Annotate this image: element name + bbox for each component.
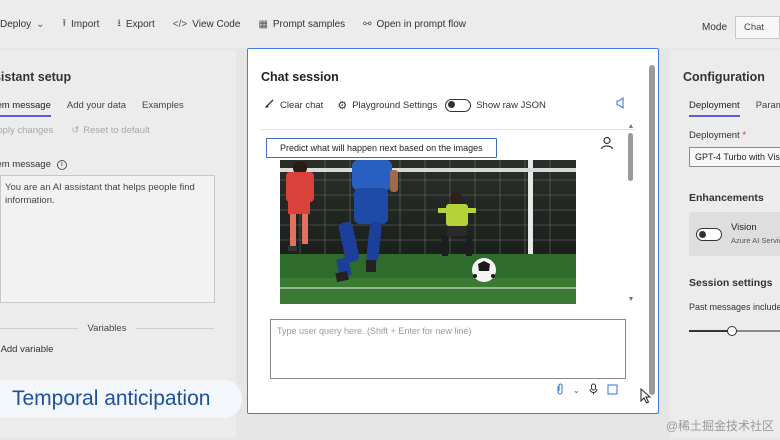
- clear-chat-label: Clear chat: [280, 99, 324, 111]
- assistant-setup-title: Assistant setup: [0, 70, 72, 84]
- prompt-samples-button[interactable]: ▦ Prompt samples: [258, 19, 345, 30]
- deployment-select[interactable]: GPT-4 Turbo with Vision: [689, 147, 780, 167]
- past-messages-slider[interactable]: [689, 326, 780, 336]
- chat-session-panel: Chat session Clear chat ⚙ Playground Set…: [247, 48, 659, 414]
- attach-icon[interactable]: [556, 383, 564, 398]
- vision-label: Vision: [731, 222, 757, 233]
- show-raw-json-label: Show raw JSON: [476, 99, 546, 111]
- deploy-label: Deploy: [0, 18, 32, 30]
- download-icon: ⭳: [117, 17, 121, 29]
- add-variable-button[interactable]: + Add variable: [0, 344, 54, 355]
- playground-settings-label: Playground Settings: [352, 99, 438, 111]
- message-scrollbar[interactable]: ▲ ▼: [626, 123, 636, 303]
- reset-default-label: Reset to default: [83, 125, 150, 136]
- chevron-down-icon: ⌄: [36, 18, 45, 30]
- deployment-label: Deployment: [689, 130, 740, 141]
- clear-chat-button[interactable]: Clear chat: [264, 98, 323, 112]
- info-icon: i: [56, 159, 67, 170]
- broom-icon: [264, 98, 275, 112]
- open-prompt-flow-label: Open in prompt flow: [376, 18, 467, 30]
- open-prompt-flow-button[interactable]: ⚯ Open in prompt flow: [363, 19, 466, 30]
- microphone-icon[interactable]: [589, 383, 598, 398]
- configuration-panel: Configuration Deployment Parameters Depl…: [670, 50, 780, 438]
- import-label: Import: [71, 18, 100, 30]
- tab-deployment[interactable]: Deployment: [689, 100, 740, 117]
- tab-system-message[interactable]: System message: [0, 100, 51, 117]
- user-avatar-icon: [600, 136, 614, 153]
- input-tools: ⌄: [556, 383, 618, 398]
- user-message-bubble: Predict what will happen next based on t…: [266, 138, 497, 158]
- mode-selector-group: Mode Chat: [702, 16, 780, 39]
- setup-tabs: System message Add your data Examples: [0, 100, 184, 117]
- prompt-samples-label: Prompt samples: [272, 18, 346, 30]
- apply-changes-label: Apply changes: [0, 125, 54, 136]
- past-messages-label: Past messages included: [689, 302, 780, 312]
- apply-changes-button[interactable]: ▭Apply changes: [0, 125, 53, 136]
- slider-thumb[interactable]: [727, 326, 737, 336]
- add-variable-label: Add variable: [0, 344, 54, 355]
- mode-label: Mode: [701, 22, 727, 33]
- top-toolbar: Deploy ⌄ ⭱ Import ⭳ Export </> View Code…: [0, 0, 780, 48]
- reset-default-button[interactable]: ↺ Reset to default: [71, 125, 150, 136]
- chat-session-title: Chat session: [261, 70, 339, 84]
- user-query-input[interactable]: Type user query here. (Shift + Enter for…: [270, 319, 626, 379]
- config-tabs: Deployment Parameters: [689, 100, 780, 117]
- import-button[interactable]: ⭱ Import: [63, 16, 100, 33]
- panel-scrollbar[interactable]: [648, 55, 656, 405]
- session-settings-label: Session settings: [689, 277, 773, 289]
- scroll-down-icon[interactable]: ▼: [626, 296, 636, 303]
- view-code-button[interactable]: </> View Code: [173, 19, 241, 30]
- raw-json-switch[interactable]: [445, 98, 472, 112]
- system-message-label: System message: [0, 159, 51, 170]
- panel-scroll-thumb[interactable]: [649, 65, 655, 395]
- vision-sublabel: Azure AI Services: [731, 236, 780, 245]
- vision-toggle[interactable]: [696, 228, 722, 241]
- tab-add-your-data[interactable]: Add your data: [67, 100, 126, 117]
- playground-settings-button[interactable]: ⚙ Playground Settings: [337, 99, 437, 112]
- enhancements-label: Enhancements: [689, 192, 764, 204]
- mode-select[interactable]: Chat: [735, 16, 780, 39]
- watermark: @稀土掘金技术社区: [665, 419, 774, 433]
- vision-card: Vision Azure AI Services: [689, 212, 780, 256]
- export-button[interactable]: ⭳ Export: [117, 16, 154, 33]
- tab-parameters[interactable]: Parameters: [756, 100, 780, 117]
- flow-icon: ⚯: [363, 18, 372, 30]
- show-raw-json-toggle[interactable]: Show raw JSON: [445, 98, 546, 112]
- code-icon: </>: [172, 18, 188, 30]
- message-list: Predict what will happen next based on t…: [260, 129, 635, 305]
- variables-label: Variables: [87, 323, 127, 334]
- configuration-title: Configuration: [683, 70, 765, 84]
- gear-icon: ⚙: [337, 99, 348, 112]
- chat-actions-bar: Clear chat ⚙ Playground Settings Show ra…: [264, 98, 546, 112]
- upload-icon: ⭱: [62, 17, 67, 29]
- system-message-textarea[interactable]: You are an AI assistant that helps peopl…: [0, 175, 215, 303]
- soccer-image: [280, 160, 576, 304]
- message-scroll-thumb[interactable]: [628, 133, 633, 181]
- scroll-up-icon[interactable]: ▲: [626, 123, 636, 130]
- view-code-label: View Code: [192, 18, 241, 30]
- divider-right: [136, 328, 214, 329]
- speaker-icon[interactable]: [616, 96, 626, 112]
- required-marker: *: [742, 130, 747, 141]
- tab-examples[interactable]: Examples: [142, 100, 184, 117]
- caption-banner: Temporal anticipation: [0, 380, 242, 418]
- chevron-down-icon[interactable]: ⌄: [573, 386, 580, 395]
- divider-left: [0, 328, 78, 329]
- stop-icon[interactable]: [607, 383, 618, 398]
- export-label: Export: [125, 18, 155, 30]
- deploy-button[interactable]: Deploy ⌄: [0, 19, 45, 30]
- mouse-cursor-icon: [640, 387, 652, 407]
- grid-icon: ▦: [258, 18, 268, 30]
- reset-icon: ↺: [71, 125, 80, 136]
